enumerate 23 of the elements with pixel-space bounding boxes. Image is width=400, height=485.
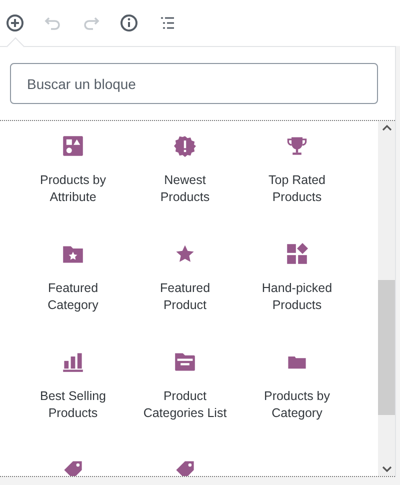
block-item[interactable]: Featured Category (17, 243, 129, 343)
bar-chart-icon (62, 351, 84, 373)
block-item[interactable]: Product Categories List (129, 351, 241, 451)
trophy-icon (286, 135, 308, 157)
folder-icon (174, 351, 196, 373)
block-item[interactable]: Featured Product (129, 243, 241, 343)
shapes-icon (62, 135, 84, 157)
scrollbar[interactable] (378, 121, 395, 476)
block-item[interactable]: Hand-picked Products (241, 243, 353, 343)
block-item[interactable]: Products by Attribute (17, 135, 129, 235)
block-item[interactable]: Products by Category (241, 351, 353, 451)
info-icon[interactable] (118, 12, 140, 34)
block-item[interactable]: Best Selling Products (17, 351, 129, 451)
scroll-up-icon[interactable] (382, 124, 392, 132)
search-field[interactable]: Buscar un bloque (10, 63, 378, 104)
block-item[interactable]: Top Rated Products (241, 135, 353, 235)
star-icon (174, 243, 196, 265)
block-item[interactable]: Newest Products (129, 135, 241, 235)
scroll-thumb[interactable] (378, 280, 395, 415)
badge-icon (174, 135, 196, 157)
scroll-down-icon[interactable] (382, 465, 392, 473)
add-icon[interactable] (4, 12, 26, 34)
grid-icon (286, 243, 308, 265)
